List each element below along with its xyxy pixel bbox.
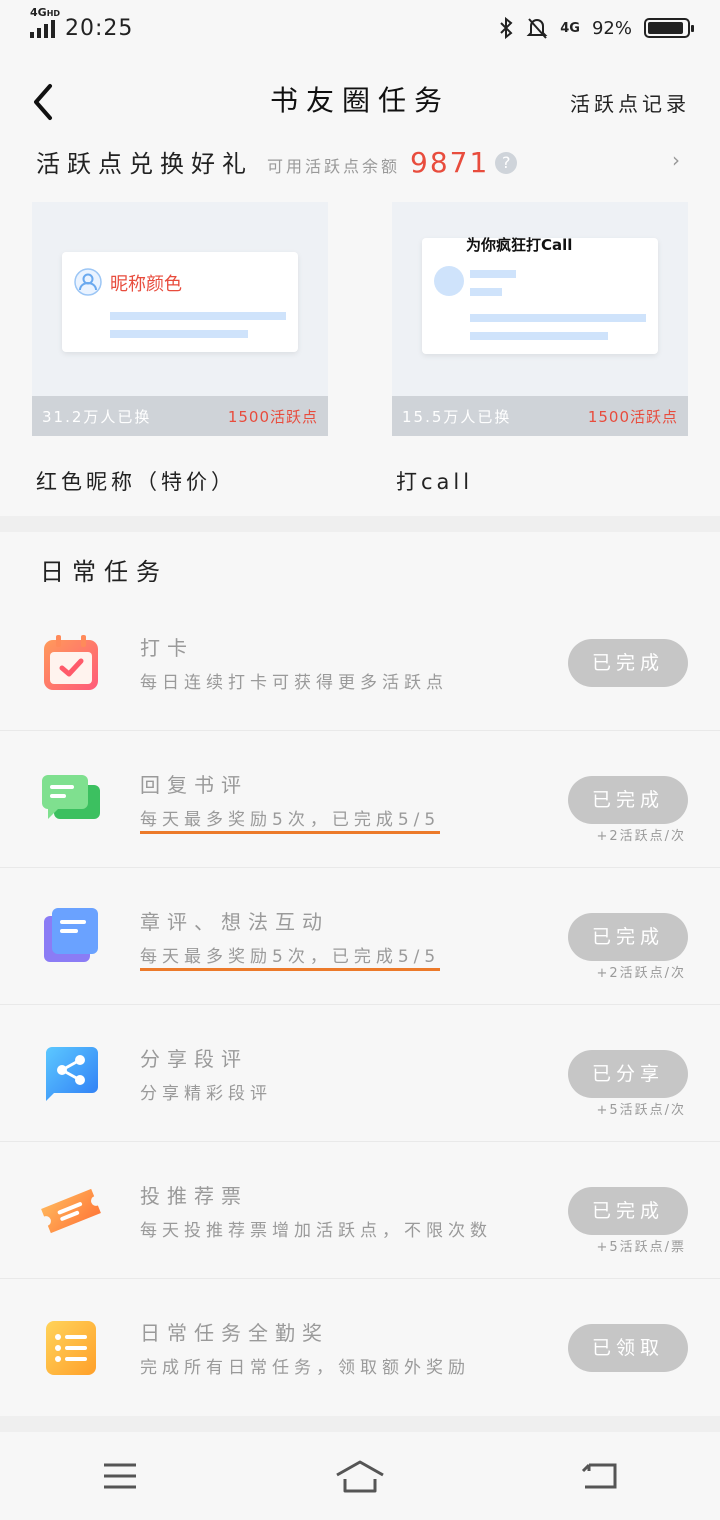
gift-preview-text: 为你疯狂打Call bbox=[466, 236, 573, 254]
share-icon bbox=[46, 1047, 98, 1101]
redeem-header[interactable]: 活跃点兑换好礼 可用活跃点余额 9871 ? bbox=[36, 144, 518, 179]
task-status-button[interactable]: 已完成 bbox=[568, 913, 688, 961]
task-reward: +2活跃点/次 bbox=[596, 829, 686, 844]
daily-tasks-title: 日常任务 bbox=[40, 558, 168, 586]
task-desc: 分享精彩段评 bbox=[140, 1084, 272, 1104]
document-icon bbox=[44, 908, 98, 962]
nav-bar: 书友圈任务 活跃点记录 bbox=[0, 56, 720, 142]
network-type-2: 4G bbox=[560, 20, 580, 36]
task-desc: 每天最多奖励5次，已完成5/5 bbox=[140, 942, 441, 971]
placeholder-line bbox=[110, 312, 286, 320]
placeholder-line bbox=[470, 270, 516, 278]
task-status-button[interactable]: 已完成 bbox=[568, 639, 688, 687]
list-icon bbox=[46, 1321, 96, 1375]
task-row-chapter-comment: 章评、想法互动 每天最多奖励5次，已完成5/5 已完成 +2活跃点/次 bbox=[0, 868, 720, 1005]
chevron-right-icon[interactable]: › bbox=[672, 148, 680, 172]
balance-value: 9871 bbox=[410, 146, 490, 179]
task-desc: 每天投推荐票增加活跃点，不限次数 bbox=[140, 1221, 492, 1241]
task-status-button[interactable]: 已分享 bbox=[568, 1050, 688, 1098]
gift-cost: 1500活跃点 bbox=[227, 407, 318, 426]
task-row-checkin: 打卡 每日连续打卡可获得更多活跃点 已完成 bbox=[0, 594, 720, 731]
task-row-recommend-ticket: 投推荐票 每天投推荐票增加活跃点，不限次数 已完成 +5活跃点/票 bbox=[0, 1142, 720, 1279]
activity-record-link[interactable]: 活跃点记录 bbox=[570, 88, 690, 117]
home-icon[interactable] bbox=[330, 1446, 390, 1506]
ticket-icon bbox=[41, 1188, 101, 1234]
gift-exchange-count: 15.5万人已换 bbox=[402, 407, 512, 426]
task-reward: +2活跃点/次 bbox=[596, 966, 686, 981]
balance-label: 可用活跃点余额 bbox=[267, 157, 401, 176]
task-desc: 每日连续打卡可获得更多活跃点 bbox=[140, 673, 448, 693]
task-desc: 完成所有日常任务，领取额外奖励 bbox=[140, 1358, 470, 1378]
task-name: 回复书评 bbox=[140, 773, 248, 797]
task-name: 分享段评 bbox=[140, 1047, 248, 1071]
mute-bell-icon bbox=[526, 18, 548, 39]
task-reward: +5活跃点/票 bbox=[596, 1240, 686, 1255]
gift-name: 红色昵称（特价） bbox=[36, 470, 236, 494]
task-row-share-comment: 分享段评 分享精彩段评 已分享 +5活跃点/次 bbox=[0, 1005, 720, 1142]
task-name: 日常任务全勤奖 bbox=[140, 1321, 329, 1345]
task-reward: +5活跃点/次 bbox=[596, 1103, 686, 1118]
task-name: 打卡 bbox=[140, 636, 194, 660]
task-name: 章评、想法互动 bbox=[140, 910, 329, 934]
gift-preview: 为你疯狂打Call bbox=[422, 236, 658, 354]
gift-preview-text: 昵称颜色 bbox=[110, 274, 182, 295]
back-nav-icon[interactable] bbox=[570, 1446, 630, 1506]
gift-meta: 31.2万人已换 1500活跃点 bbox=[32, 396, 328, 436]
system-nav-bar bbox=[0, 1432, 720, 1520]
gift-image: 为你疯狂打Call 15.5万人已换 1500活跃点 bbox=[392, 202, 688, 436]
gift-meta: 15.5万人已换 1500活跃点 bbox=[392, 396, 688, 436]
battery-percent: 92% bbox=[591, 17, 632, 39]
network-type: 4GHD bbox=[30, 6, 61, 19]
task-status-button[interactable]: 已完成 bbox=[568, 1187, 688, 1235]
task-name: 投推荐票 bbox=[140, 1184, 248, 1208]
gift-cost: 1500活跃点 bbox=[587, 407, 678, 426]
chat-bubble-icon bbox=[42, 775, 100, 819]
menu-icon[interactable] bbox=[90, 1446, 150, 1506]
signal-icon: 4GHD bbox=[30, 6, 60, 38]
placeholder-line bbox=[470, 332, 608, 340]
status-time: 20:25 bbox=[65, 15, 134, 41]
page-title: 书友圈任务 bbox=[269, 84, 450, 117]
user-avatar-icon bbox=[74, 268, 102, 296]
daily-tasks-section: 日常任务 打卡 每日连续打卡可获得更多活跃点 已完成 回复书评 每天最多奖励5次… bbox=[0, 532, 720, 1416]
help-icon[interactable]: ? bbox=[495, 152, 518, 174]
redeem-title: 活跃点兑换好礼 bbox=[36, 150, 253, 178]
task-row-full-attendance: 日常任务全勤奖 完成所有日常任务，领取额外奖励 已领取 bbox=[0, 1279, 720, 1416]
placeholder-line bbox=[470, 314, 646, 322]
status-bar: 4GHD 20:25 4G 92% bbox=[0, 0, 720, 56]
back-arrow-icon[interactable] bbox=[28, 82, 60, 122]
task-status-button[interactable]: 已领取 bbox=[568, 1324, 688, 1372]
task-row-reply-review: 回复书评 每天最多奖励5次，已完成5/5 已完成 +2活跃点/次 bbox=[0, 731, 720, 868]
calendar-check-icon bbox=[44, 635, 98, 690]
battery-icon bbox=[644, 18, 694, 38]
gift-name: 打call bbox=[396, 470, 474, 494]
gift-image: 昵称颜色 31.2万人已换 1500活跃点 bbox=[32, 202, 328, 436]
gift-exchange-count: 31.2万人已换 bbox=[42, 407, 152, 426]
task-desc: 每天最多奖励5次，已完成5/5 bbox=[140, 805, 441, 834]
gift-preview: 昵称颜色 bbox=[62, 252, 298, 352]
bluetooth-icon bbox=[500, 16, 513, 40]
gift-card-call[interactable]: 为你疯狂打Call 15.5万人已换 1500活跃点 打call bbox=[392, 202, 688, 496]
placeholder-line bbox=[110, 330, 248, 338]
redeem-section: 活跃点兑换好礼 可用活跃点余额 9871 ? › 昵称颜色 31.2万人已换 1… bbox=[0, 142, 720, 516]
task-status-button[interactable]: 已完成 bbox=[568, 776, 688, 824]
avatar-placeholder bbox=[434, 266, 464, 296]
placeholder-line bbox=[470, 288, 502, 296]
gift-card-red-nickname[interactable]: 昵称颜色 31.2万人已换 1500活跃点 红色昵称（特价） bbox=[32, 202, 328, 496]
